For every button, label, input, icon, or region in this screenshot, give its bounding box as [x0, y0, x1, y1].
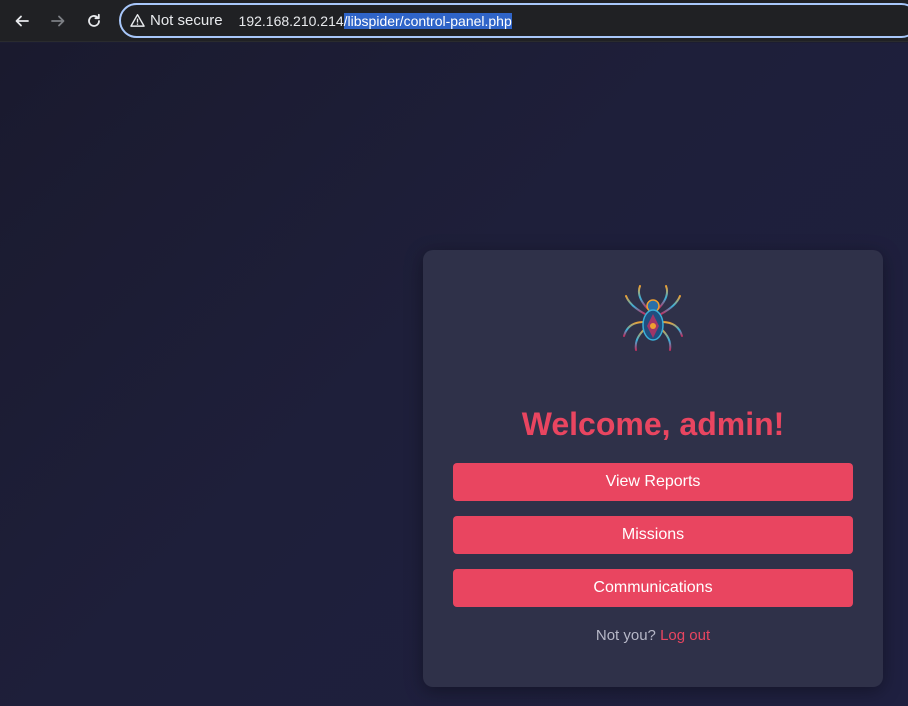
not-you-text: Not you? [595, 627, 656, 644]
forward-button[interactable] [46, 9, 70, 33]
browser-toolbar: Not secure 192.168.210.214/libspider/con… [0, 0, 908, 42]
back-button[interactable] [10, 9, 34, 33]
url-text[interactable]: 192.168.210.214/libspider/control-panel.… [238, 12, 512, 29]
communications-button[interactable]: Communications [453, 569, 853, 607]
view-reports-button[interactable]: View Reports [453, 463, 853, 501]
forward-arrow-icon [51, 15, 65, 27]
reload-button[interactable] [82, 9, 106, 33]
url-path: /libspider/control-panel.php [343, 12, 512, 29]
welcome-heading: Welcome, admin! [521, 406, 785, 442]
url-host: 192.168.210.214 [238, 12, 344, 29]
security-chip[interactable]: Not secure [130, 12, 223, 29]
spider-logo-icon [623, 285, 683, 351]
logout-prompt: Not you? Log out [423, 627, 883, 644]
security-label: Not secure [150, 12, 223, 29]
reload-icon [88, 13, 100, 27]
address-bar[interactable]: Not secure 192.168.210.214/libspider/con… [119, 3, 908, 38]
logout-link[interactable]: Log out [660, 627, 710, 644]
warning-icon [130, 13, 145, 27]
back-arrow-icon [15, 15, 29, 27]
control-panel-card: Welcome, admin! View Reports Missions Co… [423, 250, 883, 687]
page-background: Welcome, admin! View Reports Missions Co… [0, 43, 908, 706]
missions-button[interactable]: Missions [453, 516, 853, 554]
